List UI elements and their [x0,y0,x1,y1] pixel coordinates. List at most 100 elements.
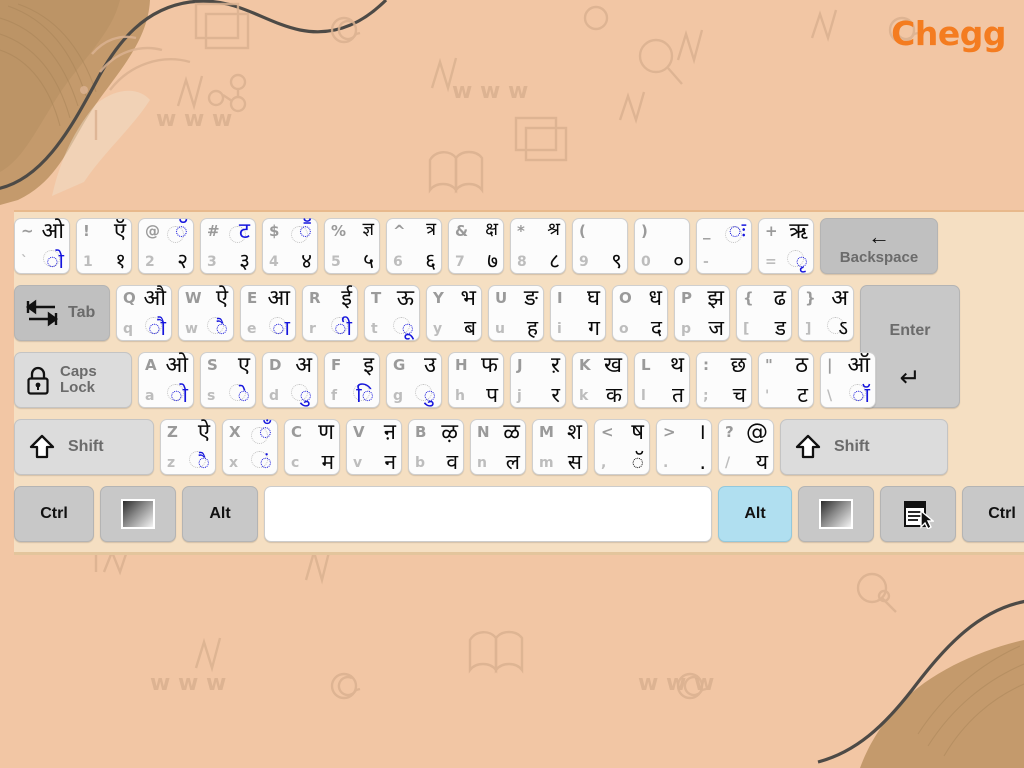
key-base-label: n [477,455,487,471]
key-f[interactable]: Ff इि [324,352,380,408]
key-base-glyph: ी [334,316,352,340]
key-shift-label: K [579,356,591,374]
key-d[interactable]: Dd अु [262,352,318,408]
key-shift-label: + [765,222,778,240]
key-caps-lock[interactable]: Caps Lock [14,352,132,408]
key-shift[interactable]: Shift [14,419,154,475]
key-shift-glyph: ष [631,420,644,445]
key-r[interactable]: Rr ईी [302,285,358,341]
key-base-label: 5 [331,254,341,270]
key-6[interactable]: ^ 6 त्र ६ [386,218,442,274]
key-8[interactable]: * 8 श्र ८ [510,218,566,274]
key-ctrl[interactable]: Ctrl [14,486,94,542]
key-space[interactable] [264,486,712,542]
key-shift-label: H [455,356,468,374]
key-2[interactable]: @2ॅ २ [138,218,194,274]
key-0[interactable]: ) 0 ० [634,218,690,274]
key-shift-glyph: फ [481,353,498,378]
key-shift-label: C [291,423,303,441]
key-h[interactable]: Hhफप [448,352,504,408]
key-sym[interactable]: + = ऋृ [758,218,814,274]
key-m[interactable]: Mmशस [532,419,588,475]
key-shift-label: M [539,423,554,441]
key-shift-glyph: छ [730,353,746,378]
key-x[interactable]: Xxँं [222,419,278,475]
key-base-glyph: ृ [795,249,808,273]
key-e[interactable]: Ee आा [240,285,296,341]
key-9[interactable]: (9 ९ [572,218,628,274]
key-n[interactable]: Nnळल [470,419,526,475]
key-q[interactable]: Qq औौ [116,285,172,341]
key-context-menu[interactable] [880,486,956,542]
svg-text:w w w: w w w [452,79,528,104]
key-sym[interactable]: _ -ः [696,218,752,274]
key-7[interactable]: & 7 क्ष ७ [448,218,504,274]
key-shift-label: P [681,289,692,307]
key-shift-glyph: आ [267,286,290,311]
key-l[interactable]: Ll थत [634,352,690,408]
key-shift-label: } [805,289,816,307]
key-sym[interactable]: }] अ ऽ [798,285,854,341]
key-base-label: k [579,388,589,404]
key-alt[interactable]: Alt [182,486,258,542]
key-p[interactable]: Ppझज [674,285,730,341]
key-5[interactable]: % 5 ज्ञ ५ [324,218,380,274]
key-y[interactable]: Yy भब [426,285,482,341]
key-sym[interactable]: :; छ च [696,352,752,408]
key-base-glyph: व [446,450,458,474]
key-base-label: ` [21,254,28,270]
key-k[interactable]: Kkखक [572,352,628,408]
key-u[interactable]: Uu ङह [488,285,544,341]
key-sym[interactable]: ? / @ य [718,419,774,475]
key-base-glyph: ु [423,383,436,407]
key-shift-label: R [309,289,321,307]
key-i[interactable]: Ii घग [550,285,606,341]
key-o[interactable]: Oo धद [612,285,668,341]
left-arrow-icon: ← [868,224,890,249]
virtual-keyboard[interactable]: ~ ` ओो! 1 ऍ १ @2ॅ २ #3 ट ३ $4ॕ ४% 5 ज्ञ ५ ^ 6 त्र ६ & 7 क्ष ७ * 8… [14,210,1024,555]
key-z[interactable]: Zz ऐै [160,419,216,475]
key-b[interactable]: Bbऴव [408,419,464,475]
key-3[interactable]: #3 ट ३ [200,218,256,274]
shift-up-icon [29,434,55,459]
key-1[interactable]: ! 1 ऍ १ [76,218,132,274]
key-c[interactable]: Cc णम [284,419,340,475]
key-windows[interactable] [798,486,874,542]
key-shift-glyph: ध [648,286,662,311]
key-g[interactable]: Gg उु [386,352,442,408]
key-shift[interactable]: Shift [780,419,948,475]
key-s[interactable]: Ss एे [200,352,256,408]
key-w[interactable]: Ww ऐै [178,285,234,341]
key-shift-label: F [331,356,342,374]
key-t[interactable]: Tt ऊू [364,285,420,341]
context-menu-icon [904,501,934,529]
key-base-label: e [247,321,257,337]
key-sym[interactable]: >. ।. [656,419,712,475]
key-base-label: t [371,321,378,337]
key-ctrl[interactable]: Ctrl [962,486,1024,542]
key-sym[interactable]: ~ ` ओो [14,218,70,274]
key-base-glyph: ह [526,316,538,340]
key-shift-glyph: थ [669,353,684,378]
key-v[interactable]: Vv ऩन [346,419,402,475]
key-sym[interactable]: | \ ऑॉ [820,352,876,408]
key-sym[interactable]: <, षॅ [594,419,650,475]
key-sym[interactable]: " ' ठ ट [758,352,814,408]
key-base-label: , [601,455,607,471]
key-shift-glyph: ओ [41,219,64,244]
key-shift-label: X [229,423,241,441]
key-shift-glyph: ऩ [383,420,396,445]
key-backspace[interactable]: ← Backspace [820,218,938,274]
key-base-label: d [269,388,280,404]
key-base-label: . [663,455,669,471]
key-shift-label: Q [123,289,136,307]
key-base-label: h [455,388,465,404]
key-a[interactable]: Aa ओो [138,352,194,408]
key-tab[interactable]: Tab [14,285,110,341]
key-alt[interactable]: Alt [718,486,792,542]
key-windows[interactable] [100,486,176,542]
key-4[interactable]: $4ॕ ४ [262,218,318,274]
key-shift-glyph: ऋ [789,219,808,244]
key-sym[interactable]: {[ढ ड [736,285,792,341]
key-j[interactable]: Jj ऱर [510,352,566,408]
